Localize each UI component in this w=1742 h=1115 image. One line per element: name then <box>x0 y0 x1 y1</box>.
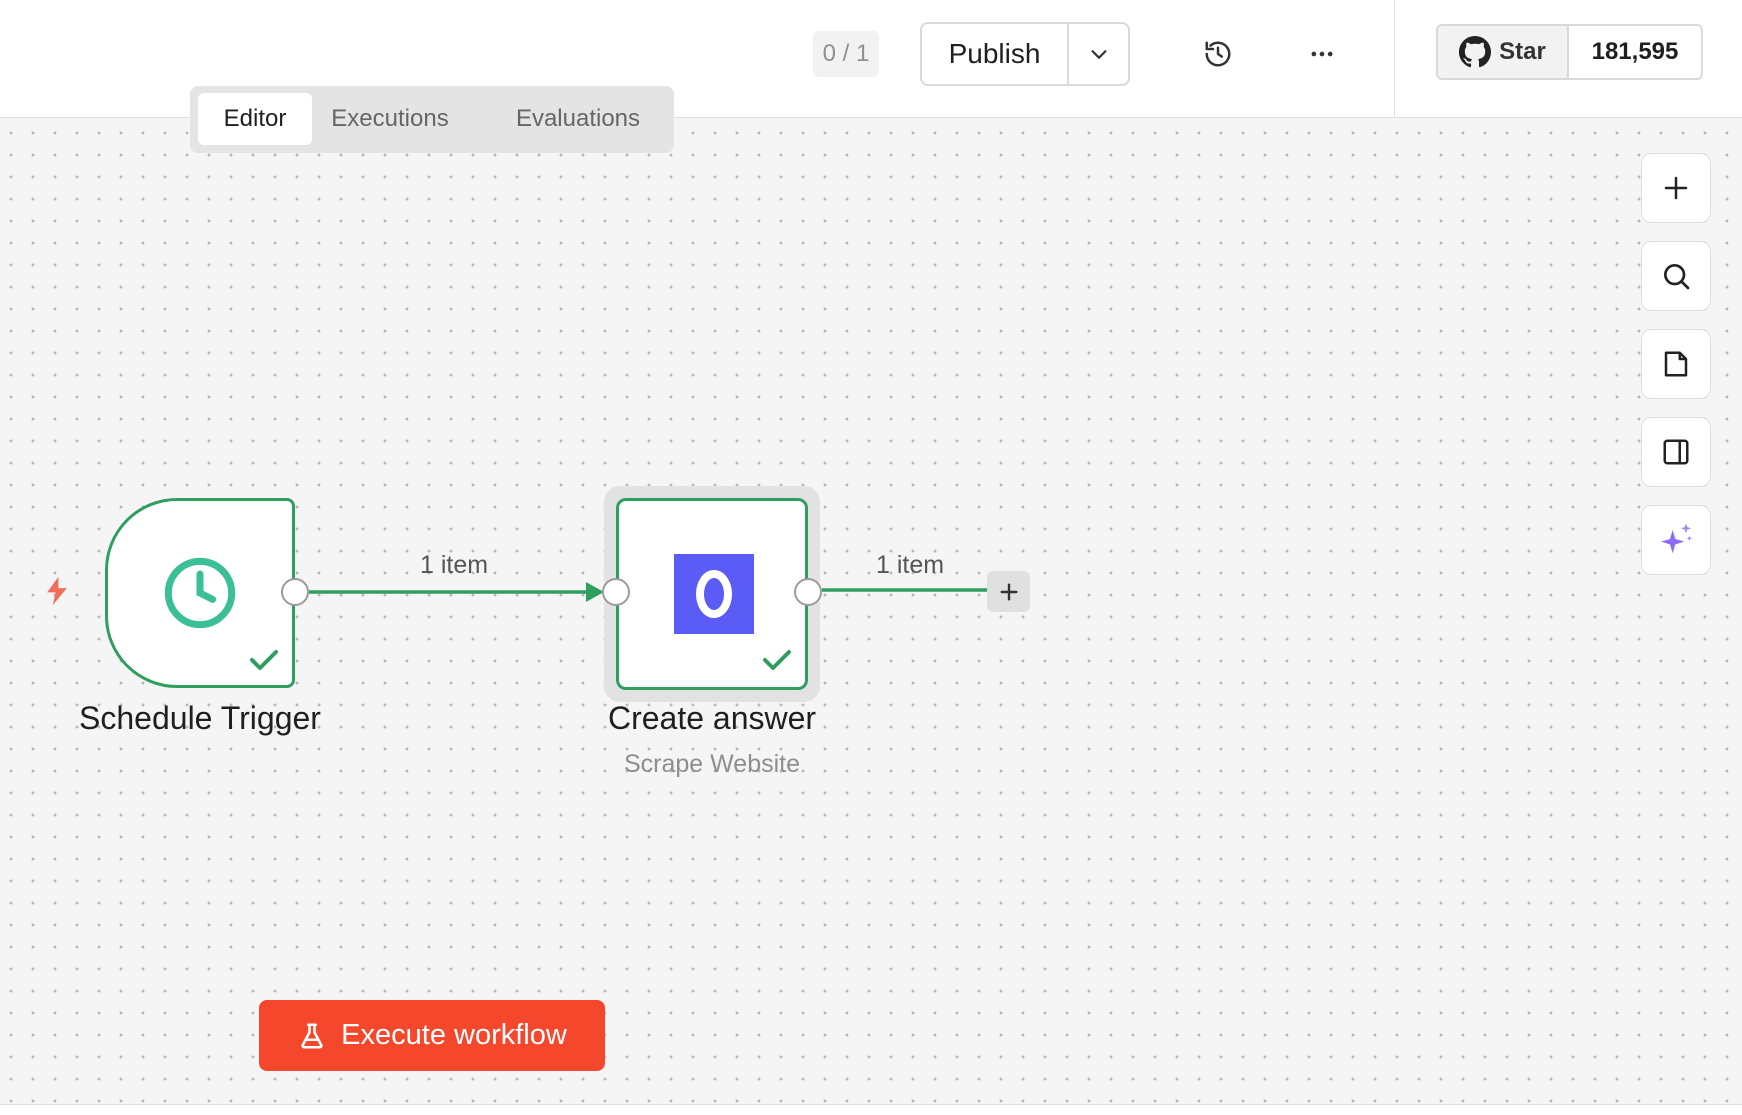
bottom-panel-edge <box>0 1104 1742 1115</box>
input-handle[interactable] <box>602 578 630 606</box>
add-node-button[interactable] <box>1641 153 1711 223</box>
add-sticky-note-button[interactable] <box>1641 329 1711 399</box>
output-handle[interactable] <box>794 578 822 606</box>
output-handle[interactable] <box>281 578 309 606</box>
tab-evaluations[interactable]: Evaluations <box>498 93 658 145</box>
tab-editor[interactable]: Editor <box>198 93 312 145</box>
panel-icon <box>1663 439 1689 465</box>
openai-logo <box>674 554 754 634</box>
lightning-icon <box>47 576 67 606</box>
add-next-node-button[interactable] <box>987 571 1030 612</box>
node-subtitle: Scrape Website <box>623 750 800 778</box>
clock-icon <box>164 557 236 629</box>
success-check-icon <box>250 650 278 670</box>
sticky-note-icon <box>1664 351 1688 377</box>
plus-icon <box>999 582 1018 601</box>
tab-executions[interactable]: Executions <box>322 93 458 145</box>
create-answer-node[interactable] <box>616 498 808 690</box>
node-label: Schedule Trigger <box>79 700 321 736</box>
search-icon <box>1664 264 1690 290</box>
search-nodes-button[interactable] <box>1641 241 1711 311</box>
execute-workflow-label: Execute workflow <box>341 1019 567 1051</box>
sparkles-icon <box>1661 523 1692 554</box>
ai-assistant-button[interactable] <box>1641 505 1711 575</box>
node-label: Create answer <box>607 700 817 736</box>
flask-icon <box>301 1023 323 1048</box>
edge-label: 1 item <box>876 551 945 579</box>
success-check-icon <box>763 650 791 670</box>
view-tabs: Editor Executions Evaluations <box>190 86 674 153</box>
execute-workflow-button[interactable]: Execute workflow <box>259 1000 605 1071</box>
edge-label: 1 item <box>420 551 489 579</box>
plus-icon <box>1664 176 1688 200</box>
openai-logo-glyph <box>696 570 732 618</box>
toggle-panel-button[interactable] <box>1641 417 1711 487</box>
schedule-trigger-node[interactable] <box>105 498 295 688</box>
